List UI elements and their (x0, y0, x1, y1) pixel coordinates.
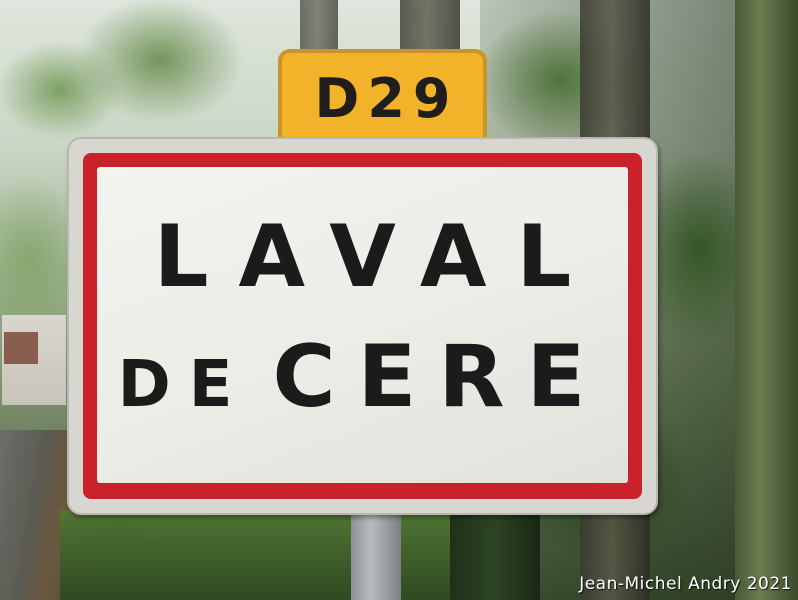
road-number-plate: D29 (278, 49, 487, 147)
sign-panel: LAVAL DE CERE (97, 167, 628, 483)
mossy-tree-trunk (735, 0, 798, 600)
house-roof (4, 332, 38, 364)
town-name-main: CERE (272, 327, 608, 427)
town-name-line1: LAVAL (153, 207, 602, 307)
town-name-line2: DE CERE (97, 327, 628, 427)
sign-post (351, 508, 401, 600)
photo-credit: Jean-Michel Andry 2021 (579, 574, 792, 594)
photo-scene: D29 LAVAL DE CERE Jean-Michel Andry 2021 (0, 0, 798, 600)
town-name-prefix: DE (117, 348, 251, 422)
road-number-label: D29 (314, 66, 459, 130)
ivy-trunk (450, 505, 540, 600)
town-entry-sign: LAVAL DE CERE (67, 137, 658, 515)
